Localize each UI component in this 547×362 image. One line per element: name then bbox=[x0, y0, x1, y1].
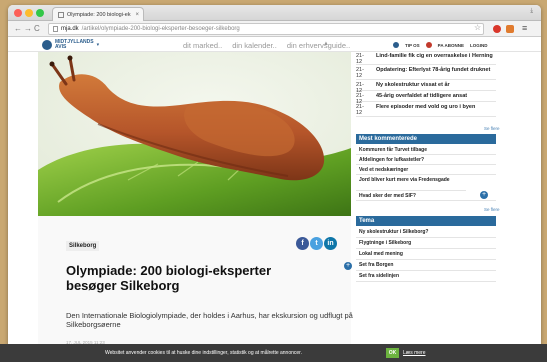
see-more-link[interactable]: Se flere bbox=[484, 207, 500, 212]
chevron-down-icon[interactable]: ▾ bbox=[97, 42, 100, 48]
sidebar: 21-12 Lind-familie fik cig en overraskel… bbox=[356, 52, 512, 360]
caret-up-icon[interactable]: ▲ bbox=[323, 41, 329, 47]
hero-image bbox=[38, 52, 351, 216]
extension-icon[interactable] bbox=[493, 25, 501, 33]
page-icon bbox=[53, 26, 58, 32]
tab-close-icon[interactable]: × bbox=[135, 12, 139, 18]
tab-title: Olympiade: 200 biologi-ek bbox=[67, 11, 131, 18]
subscribe-icon bbox=[425, 42, 432, 48]
share-buttons: f t in bbox=[296, 237, 337, 250]
nav-link-marked[interactable]: dit marked.. bbox=[183, 41, 222, 50]
news-title: Lind-familie fik cig en overraskelse i H… bbox=[376, 53, 493, 59]
cookie-banner: Websitet anvender cookies til at huske d… bbox=[0, 344, 547, 362]
login-link[interactable]: LOGIND bbox=[470, 43, 488, 48]
theme-item[interactable]: Lokal med mening bbox=[356, 250, 496, 260]
address-bar-row: ← → C mja.dk /artikel/olympiade-200-biol… bbox=[8, 21, 541, 37]
section-tag[interactable]: Silkeborg bbox=[66, 241, 100, 251]
logo-text-line-2: AVIS bbox=[55, 44, 67, 50]
latest-news-item[interactable]: 21-12 Flere episoder med vold og uro i b… bbox=[356, 103, 496, 117]
plus-icon[interactable]: + bbox=[480, 191, 488, 199]
tip-link[interactable]: TIP OS bbox=[405, 43, 420, 48]
twitter-share-icon[interactable]: t bbox=[310, 237, 323, 250]
tip-icon bbox=[393, 42, 399, 48]
news-date: 21-12 bbox=[356, 67, 364, 79]
bookmark-star-icon[interactable]: ☆ bbox=[474, 23, 481, 32]
most-commented-item[interactable]: Kommuren får Turvet tilbage bbox=[356, 146, 496, 155]
most-commented-item[interactable]: Ved et nedskæringer bbox=[356, 166, 496, 175]
theme-item[interactable]: Set fra Borgen bbox=[356, 261, 496, 271]
logo-mark-icon bbox=[42, 40, 52, 50]
latest-news-item[interactable]: 21-12 45-årig overfaldet af tidligere an… bbox=[356, 92, 496, 105]
latest-news-item[interactable]: 21-12 Lind-familie fik cig en overraskel… bbox=[356, 52, 496, 65]
nav-link-kalender[interactable]: din kalender.. bbox=[232, 41, 277, 50]
cookie-message: Websitet anvender cookies til at huske d… bbox=[105, 350, 302, 356]
minimize-window-icon[interactable] bbox=[25, 9, 33, 17]
most-commented-item[interactable]: Jord bliver kurt mere via Fredensgade bbox=[356, 176, 466, 191]
most-commented-header: Mest kommenterede bbox=[356, 134, 496, 144]
news-date: 21-12 bbox=[356, 53, 364, 65]
most-commented-item[interactable]: Hvad sker der med SIF? bbox=[356, 192, 496, 201]
article-headline: Olympiade: 200 biologi-eksperter besøger… bbox=[66, 263, 272, 293]
article: Silkeborg f t in Olympiade: 200 biologi-… bbox=[38, 216, 353, 360]
header-actions: TIP OS PA ABONNE LOGIND bbox=[393, 42, 488, 48]
themes-header: Tema bbox=[356, 216, 496, 226]
reload-button[interactable]: C bbox=[34, 23, 40, 35]
tab-bar: Olympiade: 200 biologi-ek × ⤓ bbox=[8, 5, 541, 21]
url-path: /artikel/olympiade-200-biologi-eksperter… bbox=[81, 26, 240, 32]
subscribe-link[interactable]: PA ABONNE bbox=[438, 43, 464, 48]
browser-window: Olympiade: 200 biologi-ek × ⤓ ← → C mja.… bbox=[8, 5, 541, 360]
see-more-link[interactable]: Se flere bbox=[484, 126, 500, 131]
logo-text: MIDTJYLLANDS AVIS bbox=[55, 40, 94, 50]
browser-menu-icon[interactable]: ≡ bbox=[522, 23, 527, 33]
extension-icon[interactable] bbox=[506, 25, 514, 33]
slug-on-leaf-illustration bbox=[38, 52, 351, 216]
latest-news-item[interactable]: 21-12 Ny skolestruktur vissat et år bbox=[356, 81, 496, 94]
news-title: 45-årig overfaldet af tidligere ansat bbox=[376, 93, 468, 99]
page-favicon-icon bbox=[58, 11, 64, 18]
theme-item[interactable]: Ny skolestruktur i Silkeborg? bbox=[356, 228, 496, 238]
news-title: Opdatering: Efterlyst 78-årig fundet dru… bbox=[376, 67, 491, 73]
browser-tab[interactable]: Olympiade: 200 biologi-ek × bbox=[52, 7, 144, 21]
site-header: MIDTJYLLANDS AVIS ▾ dit marked.. din kal… bbox=[8, 38, 541, 52]
url-host: mja.dk bbox=[61, 26, 79, 32]
article-lead: Den Internationale Biologiolympiade, der… bbox=[66, 311, 353, 329]
plus-icon[interactable]: + bbox=[344, 262, 352, 270]
cookie-read-more-link[interactable]: Læs mere bbox=[403, 350, 426, 356]
latest-news-item[interactable]: 21-12 Opdatering: Efterlyst 78-årig fund… bbox=[356, 66, 496, 80]
close-window-icon[interactable] bbox=[14, 9, 22, 17]
site-logo[interactable]: MIDTJYLLANDS AVIS ▾ bbox=[42, 40, 99, 50]
url-input[interactable]: mja.dk /artikel/olympiade-200-biologi-ek… bbox=[48, 23, 484, 35]
forward-button[interactable]: → bbox=[24, 23, 32, 35]
news-title: Ny skolestruktur vissat et år bbox=[376, 82, 450, 88]
news-date: 21-12 bbox=[356, 104, 364, 116]
profile-icon[interactable]: ⤓ bbox=[530, 8, 533, 15]
news-title: Flere episoder med vold og uro i byen bbox=[376, 104, 476, 110]
most-commented-item[interactable]: Afdelingen for lufkastetler? bbox=[356, 156, 496, 165]
linkedin-share-icon[interactable]: in bbox=[324, 237, 337, 250]
back-button[interactable]: ← bbox=[14, 23, 22, 35]
zoom-window-icon[interactable] bbox=[36, 9, 44, 17]
web-page: MIDTJYLLANDS AVIS ▾ dit marked.. din kal… bbox=[8, 38, 541, 360]
facebook-share-icon[interactable]: f bbox=[296, 237, 309, 250]
nav-link-erhvervsguide[interactable]: din erhvervsguide.. bbox=[287, 41, 350, 50]
theme-item[interactable]: Set fra sidelinjen bbox=[356, 272, 496, 282]
cookie-accept-button[interactable]: OK bbox=[386, 348, 399, 358]
theme-item[interactable]: Flygtninge i Silkeborg bbox=[356, 239, 496, 249]
